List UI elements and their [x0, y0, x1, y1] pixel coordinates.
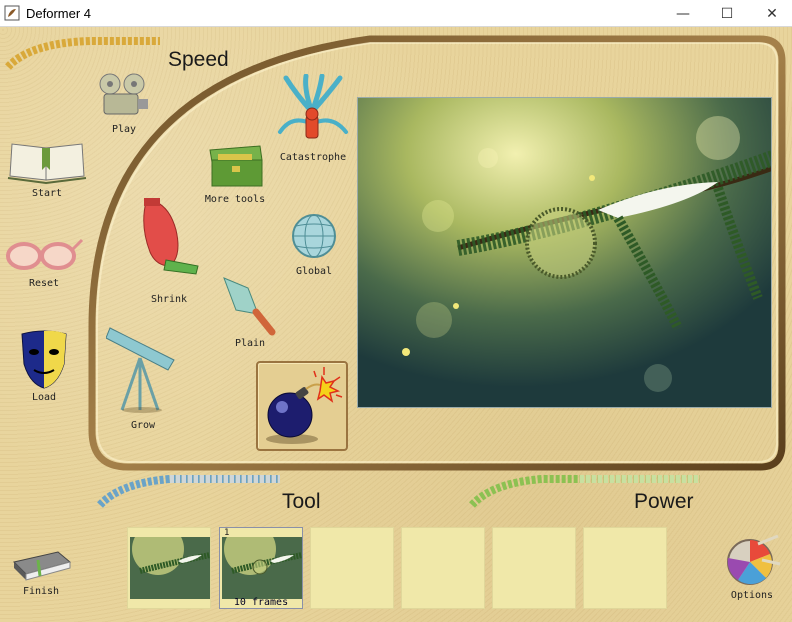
bomb-tool[interactable] — [256, 361, 348, 451]
vacuum-bag-icon — [143, 198, 199, 275]
window-titlebar: Deformer 4 — ☐ ✕ — [0, 0, 792, 27]
grow-tool[interactable]: Grow — [105, 318, 180, 436]
frame-slot-empty[interactable] — [583, 527, 667, 609]
theater-mask-icon — [21, 330, 67, 389]
frame-thumb-image — [130, 537, 210, 599]
options-label: Options — [730, 590, 774, 601]
global-label: Global — [295, 266, 333, 277]
finish-tool[interactable]: Finish — [10, 548, 72, 602]
play-tool[interactable]: Play — [96, 72, 152, 138]
pine-branch-photo — [358, 98, 771, 407]
tool-heading: Tool — [282, 490, 321, 513]
catastrophe-label: Catastrophe — [279, 152, 347, 163]
window-title: Deformer 4 — [26, 5, 92, 21]
load-tool[interactable]: Load — [18, 330, 70, 406]
preview-image[interactable] — [357, 97, 772, 408]
more-tools-label: More tools — [204, 194, 266, 205]
power-heading: Power — [634, 490, 694, 513]
plain-label: Plain — [234, 338, 266, 349]
glasses-icon — [6, 238, 84, 270]
app-icon — [4, 5, 20, 21]
frame-slot-empty[interactable] — [310, 527, 394, 609]
fountain-icon — [278, 73, 348, 139]
options-tool[interactable]: Options — [722, 534, 782, 606]
telescope-icon — [105, 327, 175, 413]
color-wheel-icon — [727, 534, 781, 585]
frame-slot-empty[interactable] — [401, 527, 485, 609]
global-tool[interactable]: Global — [286, 212, 342, 280]
frame-thumb-1[interactable]: 1 10 frames — [219, 527, 303, 609]
frame-thumb-0[interactable] — [127, 527, 211, 609]
shrink-label: Shrink — [150, 294, 188, 305]
shrink-tool[interactable]: Shrink — [136, 196, 202, 308]
open-book-icon — [7, 143, 87, 185]
minimize-button[interactable]: — — [660, 0, 706, 27]
more-tools-tool[interactable]: More tools — [204, 140, 266, 208]
load-label: Load — [31, 392, 57, 403]
close-button[interactable]: ✕ — [749, 0, 792, 27]
maximize-button[interactable]: ☐ — [704, 0, 750, 27]
speed-heading: Speed — [168, 48, 229, 71]
bomb-icon — [266, 367, 343, 444]
reset-tool[interactable]: Reset — [4, 232, 84, 294]
start-label: Start — [31, 188, 63, 199]
frame-slot-empty[interactable] — [492, 527, 576, 609]
speed-stair-decoration — [5, 37, 160, 70]
trowel-icon — [223, 277, 276, 336]
frame-count-label: 10 frames — [233, 597, 289, 608]
toolbox-icon — [209, 145, 263, 187]
tool-stair-decoration — [97, 475, 280, 508]
film-projector-icon — [99, 73, 148, 115]
catastrophe-tool[interactable]: Catastrophe — [276, 73, 350, 166]
plain-tool[interactable]: Plain — [218, 274, 282, 354]
reset-label: Reset — [28, 278, 60, 289]
closed-book-icon — [13, 551, 72, 581]
finish-label: Finish — [22, 586, 60, 597]
start-tool[interactable]: Start — [6, 140, 88, 204]
grow-label: Grow — [130, 420, 156, 431]
play-label: Play — [111, 124, 137, 135]
frame-thumb-image — [222, 537, 302, 599]
globe-icon — [292, 214, 336, 258]
